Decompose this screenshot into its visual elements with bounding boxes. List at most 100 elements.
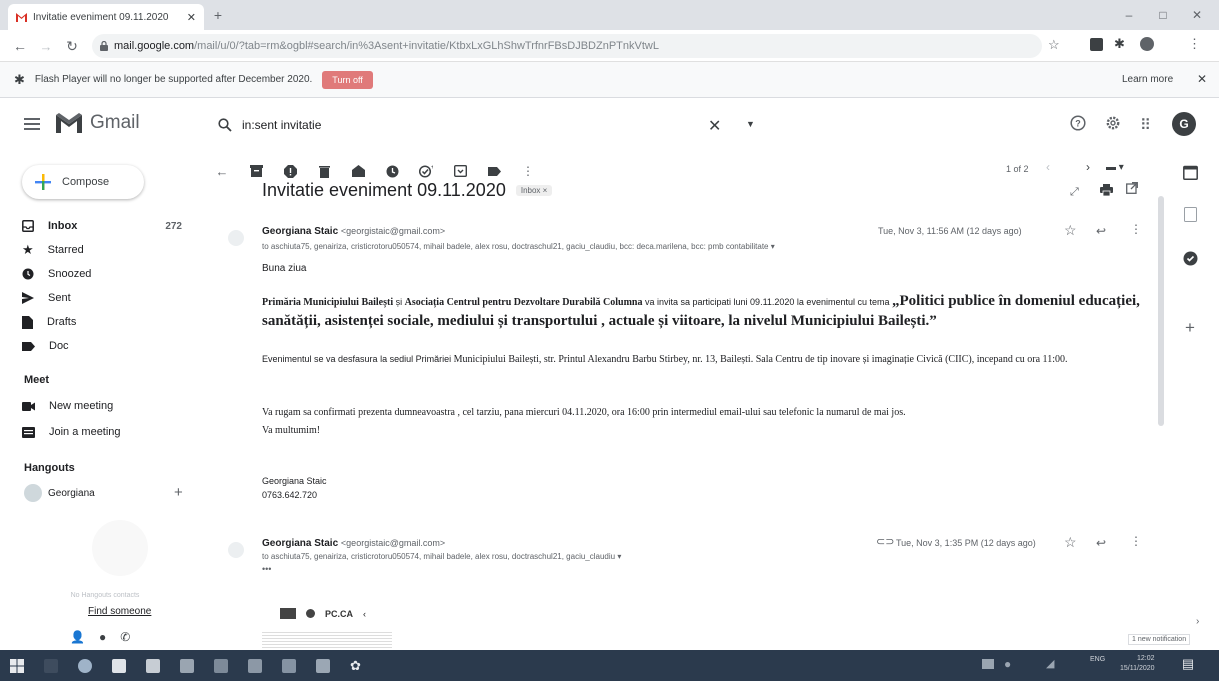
more-options-icon[interactable]: ⋮ (520, 163, 536, 179)
photos-app-icon[interactable] (316, 658, 330, 673)
back-arrow-icon[interactable]: ← (10, 36, 30, 56)
onedrive-icon[interactable]: ● (1004, 657, 1011, 671)
sidebar-item-drafts[interactable]: Drafts (22, 310, 192, 334)
archive-icon[interactable] (248, 163, 264, 179)
google-apps-icon[interactable]: ⠿ (1140, 116, 1151, 134)
help-icon[interactable]: ? (1070, 115, 1086, 131)
meet-join-meeting[interactable]: Join a meeting (22, 420, 192, 444)
settings-taskbar-icon[interactable]: ✿ (350, 658, 361, 674)
extension-icon[interactable] (1090, 38, 1103, 51)
new-tab-icon[interactable]: + (210, 7, 226, 23)
person-icon[interactable]: 👤 (70, 630, 85, 644)
star-message-icon[interactable]: ☆ (1064, 534, 1077, 551)
tasks-icon[interactable] (1180, 248, 1200, 268)
minimize-icon[interactable]: – (1118, 6, 1140, 24)
find-someone-link[interactable]: Find someone (88, 606, 151, 617)
star-message-icon[interactable]: ☆ (1064, 222, 1077, 239)
print-icon[interactable] (1100, 184, 1113, 196)
phone-icon[interactable]: ✆ (120, 630, 130, 644)
learn-more-link[interactable]: Learn more (1122, 74, 1173, 85)
main-menu-icon[interactable] (22, 114, 42, 134)
input-tools-keyboard-icon[interactable]: ▬ ▾ (1106, 162, 1124, 173)
sender-avatar[interactable] (228, 230, 244, 246)
sidebar-item-snoozed[interactable]: Snoozed (22, 262, 192, 286)
inbox-label-chip[interactable]: Inbox × (515, 185, 553, 196)
chat-bubble-icon[interactable]: ● (99, 630, 106, 644)
back-to-list-icon[interactable]: ← (214, 163, 230, 179)
edge-icon[interactable] (78, 658, 92, 673)
system-clock[interactable]: 12:02 15/11/2020 (1120, 654, 1155, 674)
side-panel-toggle-icon[interactable]: › (1196, 616, 1199, 627)
sender-avatar[interactable] (228, 542, 244, 558)
action-center-icon[interactable]: ▤ (1180, 656, 1196, 672)
keep-icon[interactable] (1180, 204, 1200, 224)
message-2-sender[interactable]: Georgiana Staic <georgistaic@gmail.com> (262, 538, 445, 549)
message-1-sender[interactable]: Georgiana Staic <georgistaic@gmail.com> (262, 226, 445, 237)
reload-icon[interactable]: ↻ (62, 36, 82, 56)
reply-icon[interactable]: ↩ (1096, 536, 1106, 550)
account-avatar[interactable]: G (1172, 112, 1196, 136)
chrome-taskbar-icon[interactable] (214, 658, 228, 673)
forward-arrow-icon[interactable]: → (36, 36, 56, 56)
search-icon[interactable] (218, 118, 232, 132)
word-app-icon[interactable] (282, 658, 296, 673)
notification-toast[interactable]: 1 new notification (1128, 634, 1191, 645)
network-icon[interactable] (982, 659, 994, 669)
store-icon[interactable] (112, 658, 126, 673)
search-bar[interactable]: in:sent invitatie (212, 110, 772, 140)
report-spam-icon[interactable] (282, 163, 298, 179)
browser-menu-icon[interactable]: ⋮ (1188, 36, 1201, 52)
maximize-icon[interactable]: □ (1152, 6, 1174, 24)
scrollbar-thumb[interactable] (1158, 196, 1164, 426)
close-tab-icon[interactable]: ✕ (187, 11, 196, 24)
close-window-icon[interactable]: ✕ (1186, 6, 1208, 24)
settings-gear-icon[interactable] (1105, 115, 1121, 131)
mail-app-icon[interactable] (180, 658, 194, 673)
apps-grid-icon[interactable] (146, 658, 160, 673)
sidebar-item-starred[interactable]: ★ Starred (22, 238, 192, 262)
add-task-icon[interactable]: + (418, 163, 434, 179)
search-options-icon[interactable]: ▼ (746, 119, 755, 129)
profile-icon[interactable] (1140, 37, 1154, 51)
open-new-window-icon[interactable] (1126, 182, 1138, 194)
newer-chevron-icon[interactable]: ‹ (1046, 160, 1050, 174)
browser-tab[interactable]: Invitatie eveniment 09.11.2020 ✕ (8, 4, 204, 30)
expand-all-icon[interactable]: ⤢ (1070, 186, 1079, 199)
sidebar-item-sent[interactable]: Sent (22, 286, 192, 310)
label-tag-icon[interactable] (486, 163, 502, 179)
message-1-recipients[interactable]: to aschiuta75, genairiza, cristicrotoru0… (262, 242, 922, 251)
speaker-icon[interactable]: ◢ (1046, 657, 1054, 670)
hangouts-user[interactable]: Georgiana (24, 484, 95, 502)
explorer-icon[interactable] (248, 658, 262, 673)
delete-trash-icon[interactable] (316, 163, 332, 179)
keyboard-icon (22, 426, 35, 438)
add-contact-icon[interactable]: + (174, 484, 183, 501)
get-addons-icon[interactable]: + (1180, 318, 1200, 338)
windows-start-icon[interactable] (10, 658, 24, 673)
reply-icon[interactable]: ↩ (1096, 224, 1106, 238)
input-language[interactable]: ENG (1090, 656, 1105, 663)
snooze-clock-icon[interactable] (384, 163, 400, 179)
meet-new-meeting[interactable]: New meeting (22, 394, 192, 418)
sidebar-item-inbox[interactable]: Inbox 272 (22, 214, 192, 238)
turn-off-button[interactable]: Turn off (322, 70, 373, 89)
message-2-recipients[interactable]: to aschiuta75, genairiza, cristicrotoru0… (262, 552, 621, 561)
bookmark-star-icon[interactable]: ☆ (1048, 37, 1060, 53)
address-bar[interactable]: mail.google.com/mail/u/0/?tab=rm&ogbl#se… (92, 34, 1042, 58)
search-input[interactable]: in:sent invitatie (242, 118, 321, 132)
message-more-icon[interactable]: ⋮ (1130, 222, 1142, 236)
show-trimmed-content[interactable]: ••• (262, 564, 271, 574)
infobar-close-icon[interactable]: ✕ (1197, 72, 1207, 86)
move-to-icon[interactable] (452, 163, 468, 179)
sidebar-item-doc[interactable]: Doc (22, 334, 192, 358)
clear-search-icon[interactable]: ✕ (708, 116, 721, 136)
mark-unread-icon[interactable] (350, 163, 366, 179)
signature: Georgiana Staic 0763.642.720 (262, 474, 327, 502)
older-chevron-icon[interactable]: › (1086, 160, 1090, 174)
calendar-icon[interactable] (1180, 162, 1200, 182)
extensions-puzzle-icon[interactable]: ✱ (1114, 36, 1125, 52)
message-more-icon[interactable]: ⋮ (1130, 534, 1142, 548)
gmail-logo[interactable]: Gmail (56, 112, 140, 134)
compose-button[interactable]: Compose (22, 165, 144, 199)
search-taskbar-icon[interactable] (44, 658, 58, 673)
